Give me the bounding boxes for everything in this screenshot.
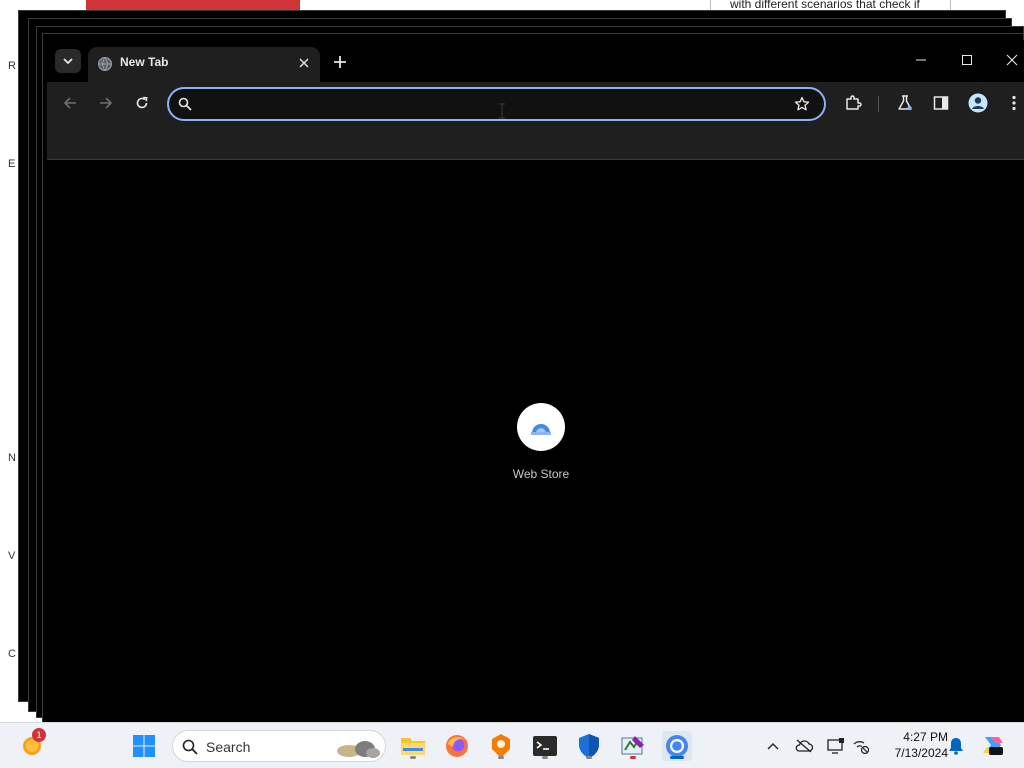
network-icon xyxy=(853,741,870,754)
text-cursor-icon xyxy=(499,103,505,119)
search-label: Search xyxy=(206,739,251,755)
back-button[interactable] xyxy=(59,92,81,114)
flask-icon xyxy=(898,95,912,111)
terminal-icon xyxy=(533,736,557,756)
side-panel-icon xyxy=(933,96,949,110)
toolbar xyxy=(47,82,1024,122)
forward-arrow-icon xyxy=(100,97,113,109)
taskbar-terminal[interactable] xyxy=(530,731,560,761)
notifications-button[interactable] xyxy=(947,737,965,755)
running-indicator xyxy=(498,756,504,759)
back-arrow-icon xyxy=(63,97,76,109)
extensions-button[interactable] xyxy=(842,92,864,114)
running-indicator xyxy=(586,756,592,759)
taskbar-file-explorer[interactable] xyxy=(398,731,428,761)
search-icon xyxy=(182,739,198,755)
labs-button[interactable] xyxy=(894,92,916,114)
glyph: E xyxy=(8,158,16,170)
glyph: C xyxy=(8,648,16,660)
chevron-up-icon xyxy=(767,743,779,750)
cloud-offline-icon xyxy=(795,739,813,753)
reload-button[interactable] xyxy=(131,92,153,114)
taskbar-security[interactable] xyxy=(574,731,604,761)
windows-logo-icon xyxy=(133,735,155,757)
network-button[interactable] xyxy=(852,737,870,755)
shortcut-web-store[interactable]: Web Store xyxy=(503,403,579,487)
firefox-icon xyxy=(446,735,468,757)
monitor-icon xyxy=(827,738,844,754)
search-icon xyxy=(178,97,192,111)
glyph: N xyxy=(8,452,16,464)
reload-icon xyxy=(136,96,148,109)
close-icon xyxy=(299,58,309,68)
onedrive-button[interactable] xyxy=(795,737,813,755)
start-button[interactable] xyxy=(129,731,159,761)
new-tab-page: Web Store xyxy=(47,161,1024,722)
browser-window: New Tab Web Store xyxy=(47,40,1024,722)
tab-title: New Tab xyxy=(120,55,169,69)
puzzle-icon xyxy=(846,95,862,110)
close-window-button[interactable] xyxy=(1000,52,1024,68)
bookmark-star-icon[interactable] xyxy=(794,96,810,112)
taskbar-firefox[interactable] xyxy=(442,731,472,761)
search-highlight-illustration-icon xyxy=(337,741,380,758)
running-indicator xyxy=(630,756,636,759)
menu-button[interactable] xyxy=(1003,92,1024,114)
maximize-icon xyxy=(962,55,972,65)
running-indicator xyxy=(542,756,548,759)
taskbar-search[interactable]: Search xyxy=(172,730,386,762)
tab-search-button[interactable] xyxy=(55,49,81,73)
clock-time: 4:27 PM xyxy=(903,730,948,744)
toolbar-separator xyxy=(878,96,879,112)
avatar-icon xyxy=(968,93,988,113)
address-input[interactable] xyxy=(199,93,759,115)
taskbar-app-orange[interactable] xyxy=(486,731,516,761)
web-store-icon xyxy=(531,424,551,435)
glyph: R xyxy=(8,60,16,72)
notification-badge: 1 xyxy=(32,728,46,742)
side-panel-button[interactable] xyxy=(930,92,952,114)
taskbar-paint-app[interactable] xyxy=(618,731,648,761)
globe-icon xyxy=(98,57,112,71)
weather-widget[interactable]: 1 xyxy=(18,728,48,760)
folder-icon xyxy=(401,738,425,755)
copilot-icon xyxy=(983,737,1003,755)
bookmarks-bar xyxy=(47,122,1024,160)
profile-button[interactable] xyxy=(967,92,989,114)
shortcut-icon-circle xyxy=(517,403,565,451)
paint-app-icon xyxy=(621,736,644,755)
title-bar: New Tab xyxy=(47,40,1024,82)
taskbar-chrome[interactable] xyxy=(662,731,692,761)
display-button[interactable] xyxy=(827,737,845,755)
address-bar[interactable] xyxy=(167,87,826,121)
taskbar: 1 Search 4:27 PM 7/13/2024 xyxy=(0,722,1024,768)
show-hidden-icons-button[interactable] xyxy=(764,737,782,755)
close-icon xyxy=(1006,54,1018,66)
more-vertical-icon xyxy=(1012,95,1016,111)
shortcut-label: Web Store xyxy=(512,467,570,481)
minimize-icon xyxy=(916,59,926,61)
running-indicator xyxy=(410,756,416,759)
chrome-icon xyxy=(666,735,688,757)
forward-button[interactable] xyxy=(95,92,117,114)
copilot-button[interactable] xyxy=(981,733,1005,757)
clock-date: 7/13/2024 xyxy=(894,746,948,760)
minimize-button[interactable] xyxy=(909,52,933,68)
tab-new-tab[interactable]: New Tab xyxy=(88,47,320,82)
active-indicator xyxy=(670,756,684,759)
tab-close-button[interactable] xyxy=(296,55,312,71)
maximize-button[interactable] xyxy=(955,52,979,68)
bell-icon xyxy=(949,738,963,755)
glyph: V xyxy=(8,550,16,562)
chevron-down-icon xyxy=(63,58,73,65)
new-tab-button[interactable] xyxy=(330,52,350,72)
clock[interactable]: 4:27 PM 7/13/2024 xyxy=(878,729,948,761)
plus-icon xyxy=(334,56,346,68)
